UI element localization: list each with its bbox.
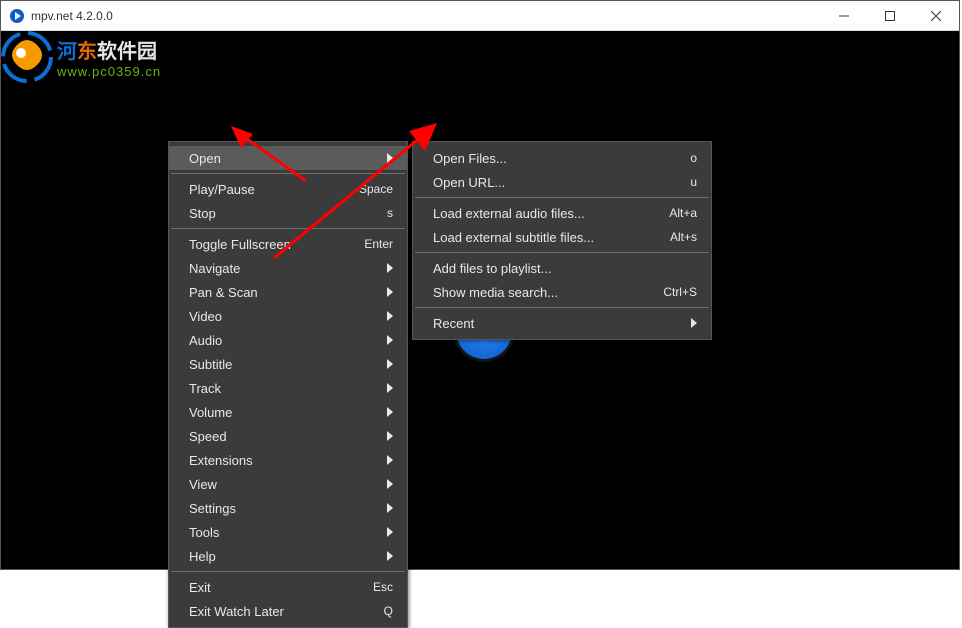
app-icon — [9, 8, 25, 24]
submenu-media-search[interactable]: Show media search... Ctrl+S — [413, 280, 711, 304]
chevron-right-icon — [387, 551, 393, 561]
chevron-right-icon — [387, 383, 393, 393]
submenu-load-audio[interactable]: Load external audio files... Alt+a — [413, 201, 711, 225]
watermark-logo-icon — [1, 31, 53, 83]
menu-track[interactable]: Track — [169, 376, 407, 400]
chevron-right-icon — [387, 153, 393, 163]
chevron-right-icon — [387, 407, 393, 417]
submenu-load-subtitle[interactable]: Load external subtitle files... Alt+s — [413, 225, 711, 249]
chevron-right-icon — [387, 263, 393, 273]
submenu-open: Open Files... o Open URL... u Load exter… — [412, 141, 712, 340]
chevron-right-icon — [387, 311, 393, 321]
menu-exit-watch-later[interactable]: Exit Watch Later Q — [169, 599, 407, 623]
chevron-right-icon — [387, 335, 393, 345]
chevron-right-icon — [387, 431, 393, 441]
menu-tools[interactable]: Tools — [169, 520, 407, 544]
minimize-button[interactable] — [821, 1, 867, 31]
context-menu: Open Play/Pause Space Stop s Toggle Full… — [168, 141, 408, 628]
submenu-add-playlist[interactable]: Add files to playlist... — [413, 256, 711, 280]
chevron-right-icon — [691, 318, 697, 328]
menu-settings[interactable]: Settings — [169, 496, 407, 520]
window-title: mpv.net 4.2.0.0 — [31, 9, 113, 23]
submenu-open-files[interactable]: Open Files... o — [413, 146, 711, 170]
maximize-button[interactable] — [867, 1, 913, 31]
watermark-text: 河 东 软件园 — [57, 35, 161, 64]
menu-separator — [171, 173, 405, 174]
menu-subtitle[interactable]: Subtitle — [169, 352, 407, 376]
menu-speed[interactable]: Speed — [169, 424, 407, 448]
menu-separator — [171, 228, 405, 229]
chevron-right-icon — [387, 455, 393, 465]
submenu-open-url[interactable]: Open URL... u — [413, 170, 711, 194]
chevron-right-icon — [387, 479, 393, 489]
menu-audio[interactable]: Audio — [169, 328, 407, 352]
menu-separator — [415, 197, 709, 198]
menu-video[interactable]: Video — [169, 304, 407, 328]
chevron-right-icon — [387, 503, 393, 513]
menu-open[interactable]: Open — [169, 146, 407, 170]
menu-navigate[interactable]: Navigate — [169, 256, 407, 280]
menu-toggle-fullscreen[interactable]: Toggle Fullscreen Enter — [169, 232, 407, 256]
menu-view[interactable]: View — [169, 472, 407, 496]
menu-separator — [415, 307, 709, 308]
chevron-right-icon — [387, 527, 393, 537]
watermark: 河 东 软件园 www.pc0359.cn — [1, 31, 161, 83]
video-area[interactable]: 河 东 软件园 www.pc0359.cn Open Play/Pause Sp… — [1, 31, 959, 569]
menu-stop[interactable]: Stop s — [169, 201, 407, 225]
titlebar-left: mpv.net 4.2.0.0 — [1, 8, 113, 24]
app-window: mpv.net 4.2.0.0 河 东 — [0, 0, 960, 570]
chevron-right-icon — [387, 359, 393, 369]
menu-separator — [415, 252, 709, 253]
close-button[interactable] — [913, 1, 959, 31]
menu-help[interactable]: Help — [169, 544, 407, 568]
titlebar: mpv.net 4.2.0.0 — [1, 1, 959, 31]
menu-extensions[interactable]: Extensions — [169, 448, 407, 472]
submenu-recent[interactable]: Recent — [413, 311, 711, 335]
menu-play-pause[interactable]: Play/Pause Space — [169, 177, 407, 201]
menu-volume[interactable]: Volume — [169, 400, 407, 424]
menu-pan-scan[interactable]: Pan & Scan — [169, 280, 407, 304]
chevron-right-icon — [387, 287, 393, 297]
menu-exit[interactable]: Exit Esc — [169, 575, 407, 599]
watermark-url: www.pc0359.cn — [57, 64, 161, 79]
window-controls — [821, 1, 959, 31]
